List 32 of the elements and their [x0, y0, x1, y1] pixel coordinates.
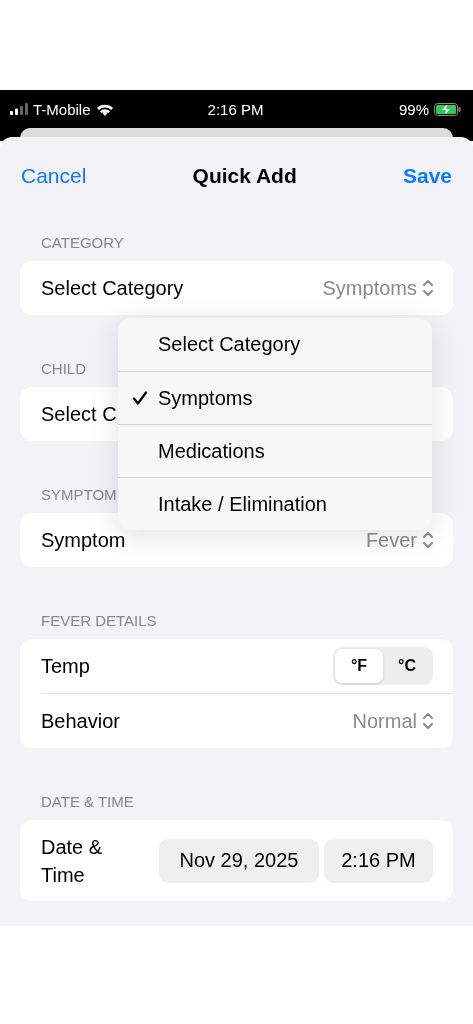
battery-charging-icon [434, 102, 461, 116]
wifi-icon [95, 102, 114, 116]
battery-percent: 99% [398, 100, 429, 118]
checkmark-icon [132, 390, 148, 406]
section-header: SYMPTOM [41, 486, 117, 504]
cancel-button[interactable]: Cancel [21, 164, 87, 188]
chevron-up-down-icon [423, 280, 433, 296]
row-label: Select C [41, 402, 117, 427]
time-button[interactable]: 2:16 PM [324, 838, 433, 883]
row-label: Behavior [41, 709, 120, 734]
row-label: Temp [41, 654, 90, 679]
segment-button[interactable]: °C [383, 649, 431, 683]
sheet-title: Quick Add [192, 164, 297, 188]
menu-item[interactable]: Intake / Elimination [118, 477, 432, 530]
signal-icon [10, 103, 28, 115]
row-label: Date & Time [41, 834, 104, 888]
save-button[interactable]: Save [402, 164, 452, 188]
segment-button[interactable]: °F [335, 649, 383, 683]
section-header: DATE & TIME [41, 793, 134, 811]
row-label: Select Category [41, 276, 184, 301]
menu-item[interactable]: Symptoms [118, 371, 432, 424]
chevron-up-down-icon [423, 713, 433, 729]
menu-item[interactable]: Medications [118, 424, 432, 477]
section-header: CATEGORY [41, 234, 124, 252]
row-label: Symptom [41, 528, 126, 553]
chevron-up-down-icon [423, 532, 433, 548]
menu-item[interactable]: Select Category [118, 318, 432, 371]
status-time: 2:16 PM [207, 100, 264, 118]
carrier-name: T-Mobile [33, 100, 91, 118]
section-header: FEVER DETAILS [41, 612, 157, 630]
section-header: CHILD [41, 360, 86, 378]
date-button[interactable]: Nov 29, 2025 [159, 838, 319, 883]
